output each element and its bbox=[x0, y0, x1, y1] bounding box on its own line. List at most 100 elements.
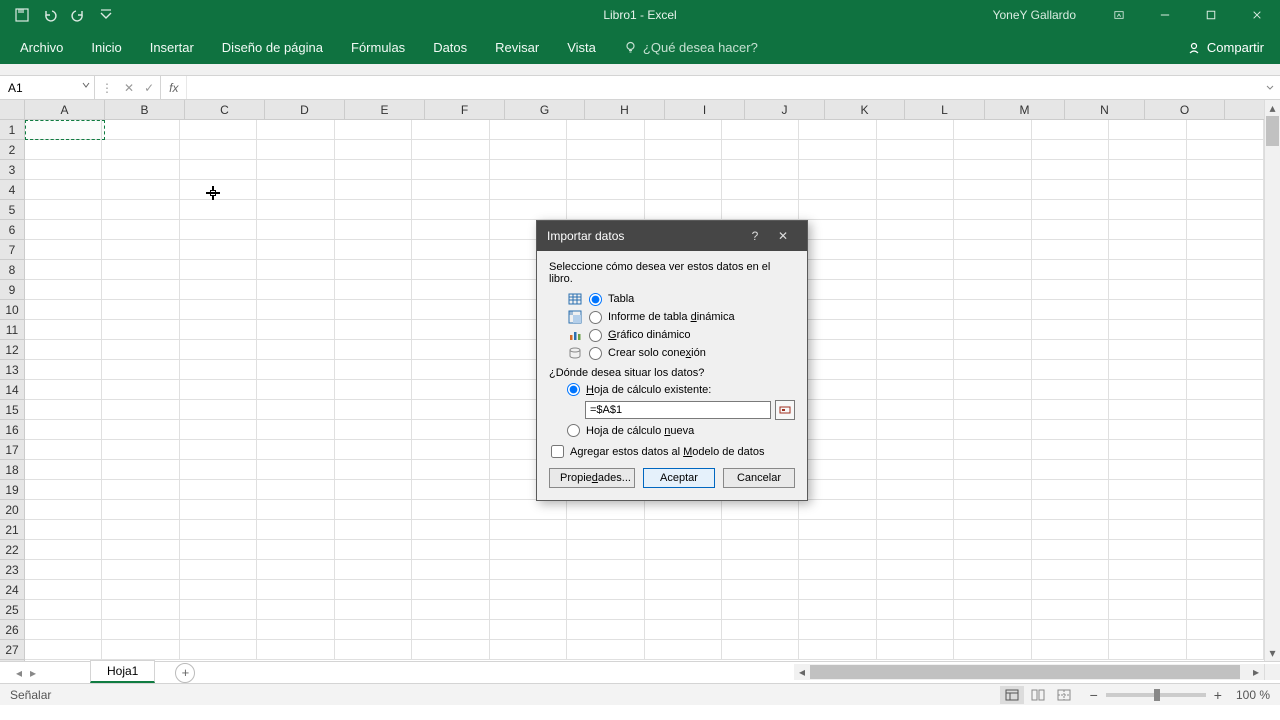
checkbox-data-model[interactable] bbox=[551, 445, 564, 458]
row-header[interactable]: 2 bbox=[0, 140, 24, 160]
radio-existing-sheet[interactable] bbox=[567, 383, 580, 396]
collapse-dialog-icon[interactable] bbox=[775, 400, 795, 420]
column-header[interactable]: D bbox=[265, 100, 345, 119]
column-header[interactable]: H bbox=[585, 100, 665, 119]
row-header[interactable]: 11 bbox=[0, 320, 24, 340]
column-header[interactable]: E bbox=[345, 100, 425, 119]
row-header[interactable]: 1 bbox=[0, 120, 24, 140]
ribbon-display-icon[interactable] bbox=[1096, 0, 1142, 30]
horizontal-scrollbar[interactable]: ◂ ▸ bbox=[794, 664, 1264, 680]
option-table[interactable]: Tabla bbox=[567, 291, 795, 307]
dialog-close-icon[interactable]: ✕ bbox=[769, 221, 797, 251]
column-header[interactable]: A bbox=[25, 100, 105, 119]
name-box-input[interactable] bbox=[0, 81, 80, 95]
row-header[interactable]: 15 bbox=[0, 400, 24, 420]
view-page-layout-icon[interactable] bbox=[1026, 686, 1050, 704]
ok-button[interactable]: Aceptar bbox=[643, 468, 715, 488]
more-icon[interactable]: ⋮ bbox=[101, 81, 114, 95]
radio-pivot-report[interactable] bbox=[589, 311, 602, 324]
hscroll-thumb[interactable] bbox=[810, 665, 1240, 679]
row-header[interactable]: 13 bbox=[0, 360, 24, 380]
expand-formula-bar-icon[interactable] bbox=[1260, 76, 1280, 99]
save-icon[interactable] bbox=[15, 8, 29, 22]
row-header[interactable]: 26 bbox=[0, 620, 24, 640]
tab-data[interactable]: Datos bbox=[419, 32, 481, 64]
row-header[interactable]: 25 bbox=[0, 600, 24, 620]
zoom-in-button[interactable]: + bbox=[1214, 687, 1222, 703]
row-header[interactable]: 27 bbox=[0, 640, 24, 660]
view-normal-icon[interactable] bbox=[1000, 686, 1024, 704]
row-header[interactable]: 23 bbox=[0, 560, 24, 580]
cancel-button[interactable]: Cancelar bbox=[723, 468, 795, 488]
tab-formulas[interactable]: Fórmulas bbox=[337, 32, 419, 64]
redo-icon[interactable] bbox=[71, 8, 85, 22]
add-sheet-button[interactable]: + bbox=[175, 663, 195, 683]
row-header[interactable]: 8 bbox=[0, 260, 24, 280]
account-name[interactable]: YoneY Gallardo bbox=[993, 8, 1076, 22]
row-header[interactable]: 14 bbox=[0, 380, 24, 400]
radio-pivot-chart[interactable] bbox=[589, 329, 602, 342]
option-existing-sheet[interactable]: Hoja de cálculo existente: bbox=[567, 383, 795, 396]
row-header[interactable]: 6 bbox=[0, 220, 24, 240]
undo-icon[interactable] bbox=[43, 8, 57, 22]
vertical-scrollbar[interactable]: ▴ ▾ bbox=[1264, 100, 1280, 661]
range-reference-input[interactable] bbox=[585, 401, 771, 419]
checkbox-add-to-model[interactable]: Agregar estos datos al Modelo de datos bbox=[551, 445, 795, 458]
sheet-nav[interactable]: ◂ ▸ bbox=[0, 666, 40, 680]
fx-icon[interactable]: fx bbox=[161, 76, 187, 99]
column-header[interactable]: B bbox=[105, 100, 185, 119]
zoom-level[interactable]: 100 % bbox=[1236, 688, 1270, 702]
option-new-sheet[interactable]: Hoja de cálculo nueva bbox=[567, 424, 795, 437]
tab-page-layout[interactable]: Diseño de página bbox=[208, 32, 337, 64]
radio-new-sheet[interactable] bbox=[567, 424, 580, 437]
column-header[interactable]: N bbox=[1065, 100, 1145, 119]
name-box-dropdown-icon[interactable] bbox=[82, 81, 90, 89]
sheet-prev-icon[interactable]: ◂ bbox=[16, 666, 22, 680]
row-header[interactable]: 3 bbox=[0, 160, 24, 180]
tab-review[interactable]: Revisar bbox=[481, 32, 553, 64]
select-all-corner[interactable] bbox=[0, 100, 25, 120]
row-header[interactable]: 24 bbox=[0, 580, 24, 600]
row-header[interactable]: 12 bbox=[0, 340, 24, 360]
tab-file[interactable]: Archivo bbox=[6, 32, 77, 64]
column-header[interactable]: F bbox=[425, 100, 505, 119]
row-header[interactable]: 22 bbox=[0, 540, 24, 560]
column-header[interactable]: M bbox=[985, 100, 1065, 119]
scroll-up-icon[interactable]: ▴ bbox=[1265, 100, 1280, 116]
view-page-break-icon[interactable] bbox=[1052, 686, 1076, 704]
row-header[interactable]: 20 bbox=[0, 500, 24, 520]
option-pivot-chart[interactable]: Gráfico dinámico bbox=[567, 327, 795, 343]
zoom-out-button[interactable]: − bbox=[1090, 687, 1098, 703]
cancel-formula-icon[interactable]: ✕ bbox=[124, 81, 134, 95]
row-header[interactable]: 16 bbox=[0, 420, 24, 440]
minimize-icon[interactable] bbox=[1142, 0, 1188, 30]
dialog-help-icon[interactable]: ? bbox=[741, 221, 769, 251]
option-pivot-report[interactable]: Informe de tabla dinámica bbox=[567, 309, 795, 325]
row-header[interactable]: 21 bbox=[0, 520, 24, 540]
hscroll-split[interactable] bbox=[1264, 664, 1280, 680]
column-header[interactable]: C bbox=[185, 100, 265, 119]
row-header[interactable]: 17 bbox=[0, 440, 24, 460]
option-connection-only[interactable]: Crear solo conexión bbox=[567, 345, 795, 361]
vscroll-thumb[interactable] bbox=[1266, 116, 1279, 146]
maximize-icon[interactable] bbox=[1188, 0, 1234, 30]
radio-table[interactable] bbox=[589, 293, 602, 306]
hscroll-left-icon[interactable]: ◂ bbox=[794, 665, 810, 679]
enter-formula-icon[interactable]: ✓ bbox=[144, 81, 154, 95]
row-header[interactable]: 4 bbox=[0, 180, 24, 200]
scroll-down-icon[interactable]: ▾ bbox=[1265, 645, 1280, 661]
hscroll-right-icon[interactable]: ▸ bbox=[1248, 665, 1264, 679]
dialog-titlebar[interactable]: Importar datos ? ✕ bbox=[537, 221, 807, 251]
name-box[interactable] bbox=[0, 76, 95, 99]
customize-qat-icon[interactable] bbox=[99, 8, 113, 22]
row-header[interactable]: 9 bbox=[0, 280, 24, 300]
zoom-slider[interactable] bbox=[1106, 693, 1206, 697]
column-header[interactable]: J bbox=[745, 100, 825, 119]
share-button[interactable]: Compartir bbox=[1171, 32, 1280, 64]
radio-connection-only[interactable] bbox=[589, 347, 602, 360]
column-header[interactable]: O bbox=[1145, 100, 1225, 119]
tab-view[interactable]: Vista bbox=[553, 32, 610, 64]
close-icon[interactable] bbox=[1234, 0, 1280, 30]
column-header[interactable]: G bbox=[505, 100, 585, 119]
formula-input[interactable] bbox=[187, 76, 1260, 99]
